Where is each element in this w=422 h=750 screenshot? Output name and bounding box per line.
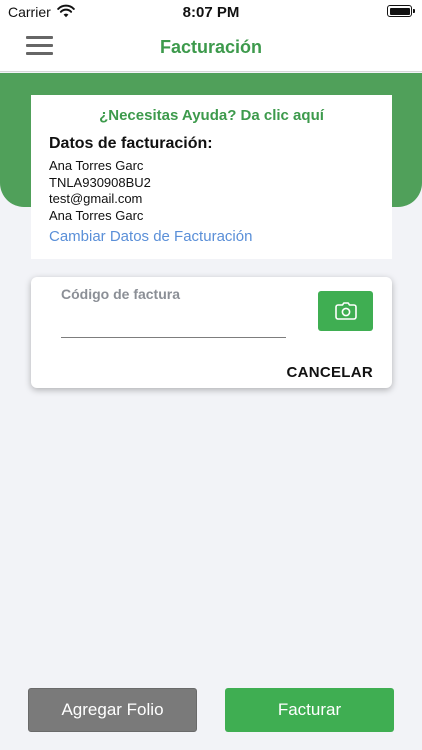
invoice-button[interactable]: Facturar xyxy=(225,688,394,732)
change-billing-data-link[interactable]: Cambiar Datos de Facturación xyxy=(49,228,252,245)
add-folio-button[interactable]: Agregar Folio xyxy=(28,688,197,732)
invoice-code-input[interactable] xyxy=(61,312,286,338)
status-bar: Carrier 8:07 PM xyxy=(0,0,422,24)
invoice-code-card: Código de factura CANCELAR xyxy=(31,277,392,388)
billing-email: test@gmail.com xyxy=(49,191,143,206)
help-link[interactable]: ¿Necesitas Ayuda? Da clic aquí xyxy=(31,107,392,124)
camera-icon xyxy=(334,302,357,320)
billing-business-name: Ana Torres Garc xyxy=(49,208,144,223)
billing-name: Ana Torres Garc xyxy=(49,158,144,173)
billing-rfc: TNLA930908BU2 xyxy=(49,175,151,190)
nav-bar: Facturación xyxy=(0,24,422,72)
camera-button[interactable] xyxy=(318,291,373,331)
invoice-code-label: Código de factura xyxy=(61,286,181,302)
battery-icon xyxy=(387,5,415,17)
billing-info-card: ¿Necesitas Ayuda? Da clic aquí Datos de … xyxy=(31,95,392,259)
cancel-button[interactable]: CANCELAR xyxy=(286,364,373,381)
billing-heading: Datos de facturación: xyxy=(49,135,213,152)
page-title: Facturación xyxy=(159,37,263,57)
clock: 8:07 PM xyxy=(182,4,240,21)
